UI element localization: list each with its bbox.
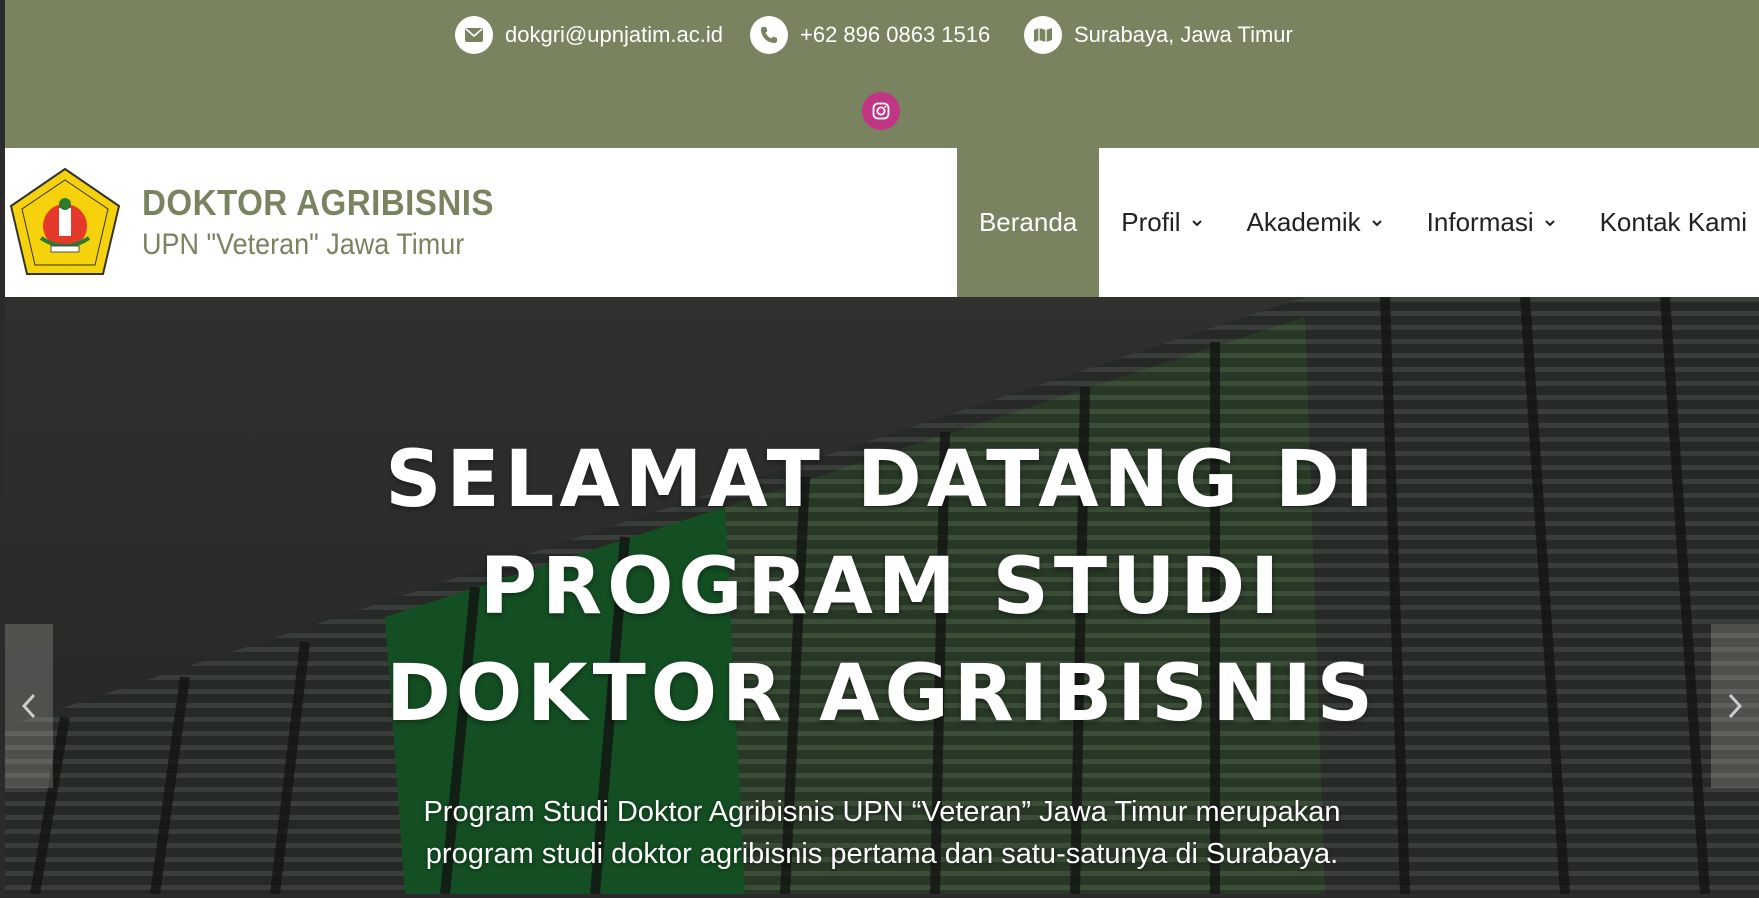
map-icon	[1024, 16, 1062, 54]
hero-title-line: DOKTOR AGRIBISNIS	[386, 649, 1378, 739]
hero-title-line: PROGRAM STUDI	[479, 542, 1285, 632]
upn-logo-icon[interactable]	[7, 166, 123, 280]
nav-informasi[interactable]: Informasi	[1405, 148, 1578, 297]
top-contact-bar: dokgri@upnjatim.ac.id +62 896 0863 1516 …	[5, 0, 1759, 148]
chevron-down-icon	[1191, 219, 1202, 226]
location-text: Surabaya, Jawa Timur	[1074, 22, 1293, 47]
chevron-left-icon	[21, 693, 36, 719]
nav-label: Kontak Kami	[1599, 207, 1747, 237]
nav-profil[interactable]: Profil	[1099, 148, 1224, 297]
email-text: dokgri@upnjatim.ac.id	[505, 22, 723, 47]
hero-slider: SELAMAT DATANG DI PROGRAM STUDI DOKTOR A…	[5, 297, 1759, 894]
hero-desc-line: program studi doktor agribisnis pertama …	[425, 838, 1339, 870]
nav-label: Informasi	[1426, 207, 1534, 237]
hero-title: SELAMAT DATANG DI PROGRAM STUDI DOKTOR A…	[5, 427, 1759, 748]
hero-title-line: SELAMAT DATANG DI	[385, 435, 1379, 525]
nav-akademik[interactable]: Akademik	[1225, 148, 1405, 297]
nav-beranda[interactable]: Beranda	[956, 148, 1100, 297]
email-contact[interactable]: dokgri@upnjatim.ac.id	[455, 15, 723, 55]
nav-label: Profil	[1121, 207, 1181, 237]
chevron-down-icon	[1544, 219, 1555, 226]
phone-contact[interactable]: +62 896 0863 1516	[750, 15, 990, 55]
brand-subtitle[interactable]: UPN "Veteran" Jawa Timur	[142, 228, 464, 262]
page: dokgri@upnjatim.ac.id +62 896 0863 1516 …	[5, 0, 1759, 894]
nav-label: Akademik	[1246, 207, 1361, 237]
main-nav: Beranda Profil Akademik Informasi Kontak…	[956, 148, 1759, 297]
chevron-down-icon	[1371, 219, 1382, 226]
hero-desc-line: Program Studi Doktor Agribisnis UPN “Vet…	[423, 796, 1341, 828]
slider-prev-button[interactable]	[5, 624, 53, 788]
slider-next-button[interactable]	[1711, 624, 1759, 788]
instagram-icon[interactable]	[862, 92, 900, 130]
chevron-right-icon	[1728, 693, 1743, 719]
nav-label: Beranda	[978, 207, 1078, 237]
hero-description: Program Studi Doktor Agribisnis UPN “Vet…	[5, 791, 1759, 875]
location-contact[interactable]: Surabaya, Jawa Timur	[1024, 15, 1293, 55]
nav-kontak-kami[interactable]: Kontak Kami	[1578, 148, 1759, 297]
site-header: DOKTOR AGRIBISNIS UPN "Veteran" Jawa Tim…	[5, 148, 1759, 297]
envelope-icon	[455, 16, 493, 54]
phone-icon	[750, 16, 788, 54]
brand-title[interactable]: DOKTOR AGRIBISNIS	[142, 182, 494, 224]
phone-text: +62 896 0863 1516	[800, 22, 991, 47]
